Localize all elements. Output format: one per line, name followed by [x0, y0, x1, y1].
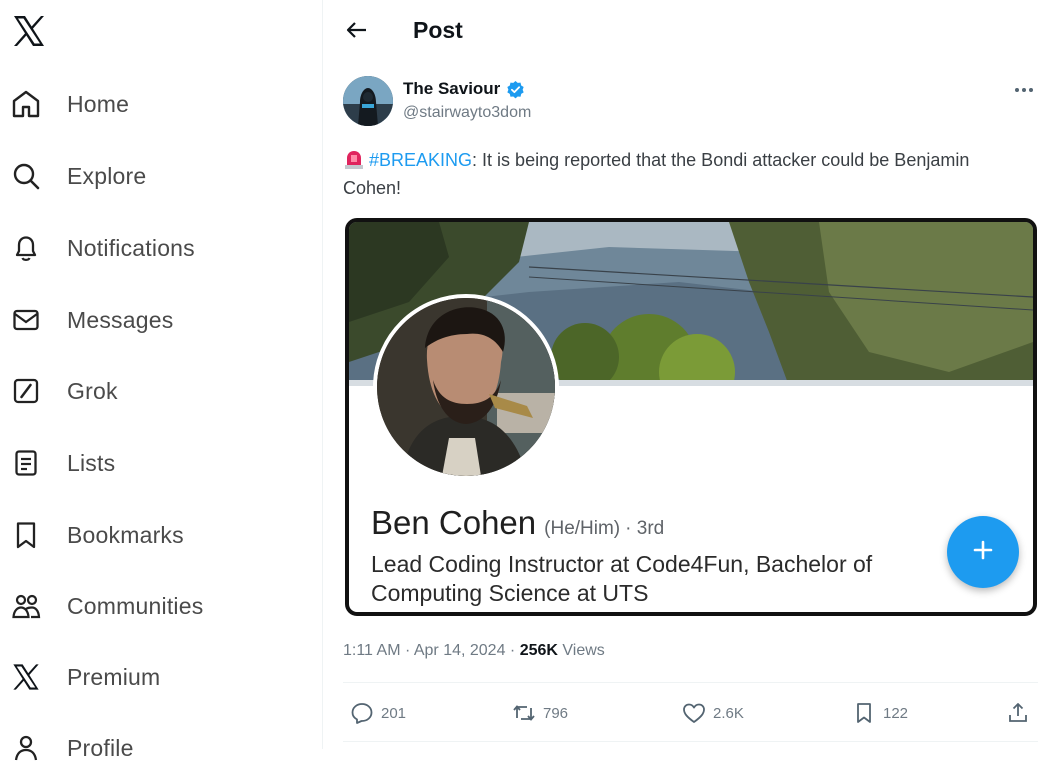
sidebar-item-label: Notifications: [67, 234, 195, 261]
divider: [343, 741, 1038, 742]
list-icon: [10, 447, 42, 479]
plus-icon: [970, 537, 996, 568]
heart-icon: [681, 700, 707, 726]
author-name[interactable]: The Saviour: [403, 79, 525, 99]
hashtag-link[interactable]: #BREAKING: [369, 150, 472, 170]
share-button[interactable]: [1005, 696, 1031, 730]
sidebar-item-communities[interactable]: Communities: [10, 583, 203, 629]
sidebar-item-label: Bookmarks: [67, 521, 184, 548]
reply-count: 201: [381, 704, 407, 722]
sidebar-item-label: Home: [67, 90, 130, 117]
siren-emoji-icon: [343, 148, 365, 170]
like-button[interactable]: 2.6K: [681, 696, 744, 730]
sidebar-item-explore[interactable]: Explore: [10, 153, 146, 199]
avatar[interactable]: [343, 76, 393, 126]
sidebar-item-home[interactable]: Home: [10, 81, 129, 127]
sidebar-item-label: Communities: [67, 592, 204, 619]
views-label: Views: [557, 642, 605, 659]
sidebar-item-label: Premium: [67, 663, 161, 690]
bookmark-count: 122: [883, 704, 909, 722]
compose-fab-button[interactable]: [947, 516, 1019, 588]
sidebar-item-label: Grok: [67, 377, 118, 404]
grok-icon: [10, 375, 42, 407]
author-name-text: The Saviour: [403, 79, 501, 98]
repost-button[interactable]: 796: [511, 696, 568, 730]
post-media-image[interactable]: Ben Cohen (He/Him) · 3rd Lead Coding Ins…: [345, 218, 1037, 616]
search-icon: [10, 160, 42, 192]
reply-button[interactable]: 201: [349, 696, 406, 730]
card-name-text: Ben Cohen: [371, 504, 537, 541]
divider: [343, 682, 1038, 683]
sidebar-item-messages[interactable]: Messages: [10, 297, 173, 343]
repost-count: 796: [543, 704, 569, 722]
like-count: 2.6K: [713, 704, 744, 722]
sidebar-item-label: Messages: [67, 306, 174, 333]
verified-badge-icon: [506, 80, 525, 99]
communities-icon: [10, 590, 42, 622]
card-pronouns: (He/Him): [544, 518, 621, 539]
views-count: 256K: [519, 642, 558, 659]
card-connection-degree: · 3rd: [625, 518, 665, 539]
page-title: Post: [413, 17, 463, 43]
profile-icon: [10, 732, 42, 764]
post-timestamp[interactable]: 1:11 AM · Apr 14, 2024 ·: [343, 642, 520, 659]
envelope-icon: [10, 304, 42, 336]
sidebar-item-grok[interactable]: Grok: [10, 368, 118, 414]
repost-icon: [511, 700, 537, 726]
sidebar-item-lists[interactable]: Lists: [10, 440, 115, 486]
post-meta: 1:11 AM · Apr 14, 2024 · 256K Views: [343, 642, 605, 660]
author-handle[interactable]: @stairwayto3dom: [403, 104, 531, 122]
post-detail: Post The Saviour @stairwayto3dom #BREAKI…: [323, 0, 1050, 749]
bookmark-icon: [10, 519, 42, 551]
home-icon: [10, 88, 42, 120]
bookmark-icon: [851, 700, 877, 726]
sidebar-item-premium[interactable]: Premium: [10, 654, 160, 700]
card-headline: Lead Coding Instructor at Code4Fun, Bach…: [371, 551, 873, 606]
sidebar-nav: Home Explore Notifications Messages Grok…: [0, 0, 322, 761]
sidebar-item-label: Explore: [67, 162, 147, 189]
share-icon: [1005, 700, 1031, 726]
bookmark-button[interactable]: 122: [851, 696, 908, 730]
profile-photo: [373, 294, 559, 480]
sidebar-item-label: Profile: [67, 734, 134, 761]
post-text: #BREAKING: It is being reported that the…: [343, 146, 1023, 202]
more-options-icon[interactable]: [1009, 80, 1039, 100]
sidebar-item-profile[interactable]: Profile: [10, 725, 134, 771]
card-person-name: Ben Cohen (He/Him) · 3rd: [371, 504, 664, 542]
sidebar-item-label: Lists: [67, 449, 116, 476]
sidebar-item-notifications[interactable]: Notifications: [10, 225, 195, 271]
x-logo-icon[interactable]: [10, 12, 48, 50]
sidebar-item-bookmarks[interactable]: Bookmarks: [10, 512, 184, 558]
bell-icon: [10, 232, 42, 264]
post-actions-bar: 201 796 2.6K 122: [343, 696, 1038, 730]
x-logo-icon: [10, 661, 42, 693]
reply-icon: [349, 700, 375, 726]
back-arrow-icon[interactable]: [343, 16, 371, 44]
